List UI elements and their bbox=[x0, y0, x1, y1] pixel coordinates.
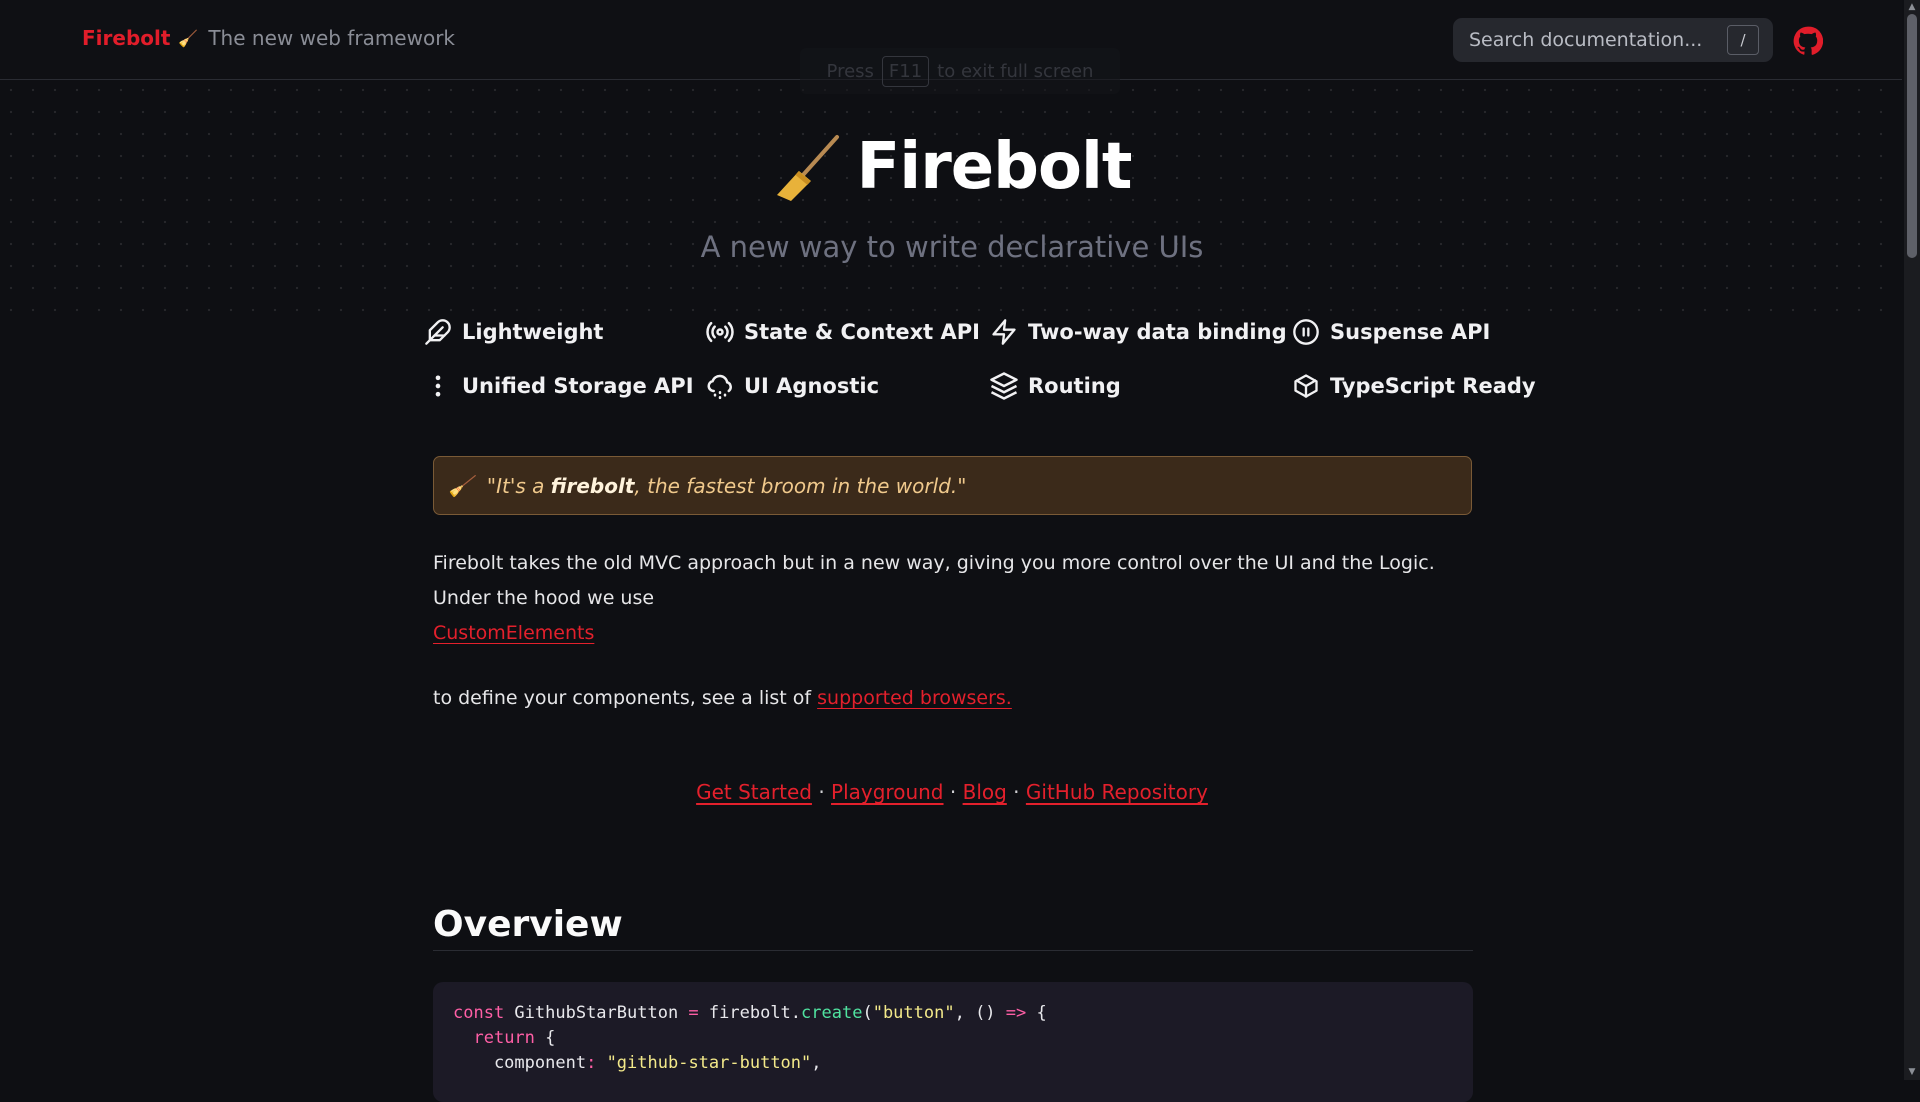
github-repository-link[interactable]: GitHub Repository bbox=[1026, 780, 1208, 804]
broom-emoji: 🧹 bbox=[448, 473, 473, 498]
code-line: component: "github-star-button", bbox=[453, 1053, 822, 1073]
feature-label: Two-way data binding bbox=[1028, 320, 1287, 344]
github-icon[interactable] bbox=[1793, 26, 1823, 56]
search-shortcut-key: / bbox=[1727, 25, 1759, 55]
fullscreen-hint-text: Press bbox=[826, 60, 874, 82]
fullscreen-hint: Press F11 to exit full screen bbox=[800, 48, 1120, 94]
feature-item: Lightweight bbox=[422, 316, 704, 348]
feature-label: Lightweight bbox=[462, 320, 604, 344]
code-block[interactable]: const GithubStarButton = firebolt.create… bbox=[433, 982, 1473, 1102]
scroll-thumb[interactable] bbox=[1907, 14, 1917, 258]
intro-paragraph-2: to define your components, see a list of… bbox=[433, 681, 1473, 716]
layers-icon bbox=[988, 370, 1020, 402]
quote-text: "It's a firebolt, the fastest broom in t… bbox=[487, 474, 967, 498]
feather-icon bbox=[422, 316, 454, 348]
quote-text-post: , the fastest broom in the world." bbox=[634, 473, 967, 498]
pause-circle-icon bbox=[1290, 316, 1322, 348]
feature-label: Suspense API bbox=[1330, 320, 1491, 344]
brand-tagline: The new web framework bbox=[208, 26, 456, 50]
quote-text-pre: "It's a bbox=[486, 473, 551, 498]
hero-title: Firebolt bbox=[856, 130, 1133, 204]
hero-heading: Firebolt bbox=[0, 130, 1902, 204]
broom-icon bbox=[776, 135, 839, 201]
intro-paragraph: Firebolt takes the old MVC approach but … bbox=[433, 546, 1473, 651]
fullscreen-hint-key: F11 bbox=[881, 55, 930, 87]
playground-link[interactable]: Playground bbox=[831, 780, 943, 804]
quote-text-bold: firebolt bbox=[550, 473, 635, 498]
feature-item: TypeScript Ready bbox=[1290, 370, 1540, 402]
dotted-background bbox=[0, 79, 1902, 329]
search-input[interactable] bbox=[1467, 28, 1727, 52]
custom-elements-link[interactable]: CustomElements bbox=[433, 622, 594, 644]
feature-item: Suspense API bbox=[1290, 316, 1540, 348]
scroll-down-arrow-icon[interactable]: ▼ bbox=[1907, 1067, 1917, 1077]
feature-label: Routing bbox=[1028, 374, 1121, 398]
get-started-link[interactable]: Get Started bbox=[696, 780, 812, 804]
lightning-icon bbox=[988, 316, 1020, 348]
intro-text-2: to define your components, see a list of bbox=[433, 687, 818, 709]
feature-item: UI Agnostic bbox=[704, 370, 988, 402]
feature-item: Unified Storage API bbox=[422, 370, 704, 402]
feature-item: Two-way data binding bbox=[988, 316, 1290, 348]
link-separator: · bbox=[949, 780, 957, 804]
intro-text: Firebolt takes the old MVC approach but … bbox=[433, 552, 1435, 609]
feature-label: State & Context API bbox=[744, 320, 980, 344]
broadcast-icon bbox=[704, 316, 736, 348]
feature-label: TypeScript Ready bbox=[1330, 374, 1536, 398]
fullscreen-hint-text-after: to exit full screen bbox=[937, 60, 1094, 82]
feature-label: UI Agnostic bbox=[744, 374, 880, 398]
feature-item: State & Context API bbox=[704, 316, 988, 348]
overview-heading: Overview bbox=[433, 904, 1473, 951]
search-box[interactable]: / bbox=[1453, 18, 1773, 62]
quick-links: Get Started · Playground · Blog · GitHub… bbox=[0, 780, 1904, 804]
scroll-up-arrow-icon[interactable]: ▲ bbox=[1907, 2, 1917, 12]
page-scrollbar[interactable]: ▲ ▼ bbox=[1904, 0, 1920, 1080]
package-icon bbox=[1290, 370, 1322, 402]
link-separator: · bbox=[1013, 780, 1020, 804]
dots-vertical-icon bbox=[422, 370, 454, 402]
brand-name[interactable]: Firebolt bbox=[82, 26, 170, 50]
code-line: return { bbox=[473, 1028, 556, 1048]
quote-callout: 🧹 "It's a firebolt, the fastest broom in… bbox=[433, 456, 1472, 515]
brand[interactable]: Firebolt 🧹 The new web framework bbox=[82, 26, 455, 50]
blog-link[interactable]: Blog bbox=[963, 780, 1007, 804]
hero-subtitle: A new way to write declarative UIs bbox=[700, 230, 1204, 264]
link-separator: · bbox=[818, 780, 825, 804]
broom-emoji: 🧹 bbox=[178, 28, 199, 48]
feature-item: Routing bbox=[988, 370, 1290, 402]
feature-grid: Lightweight State & Context API Two-way … bbox=[422, 316, 1540, 402]
code-line: const GithubStarButton = firebolt.create… bbox=[453, 1003, 1047, 1023]
cloud-icon bbox=[704, 370, 736, 402]
supported-browsers-link[interactable]: supported browsers. bbox=[817, 687, 1012, 709]
feature-label: Unified Storage API bbox=[462, 374, 694, 398]
